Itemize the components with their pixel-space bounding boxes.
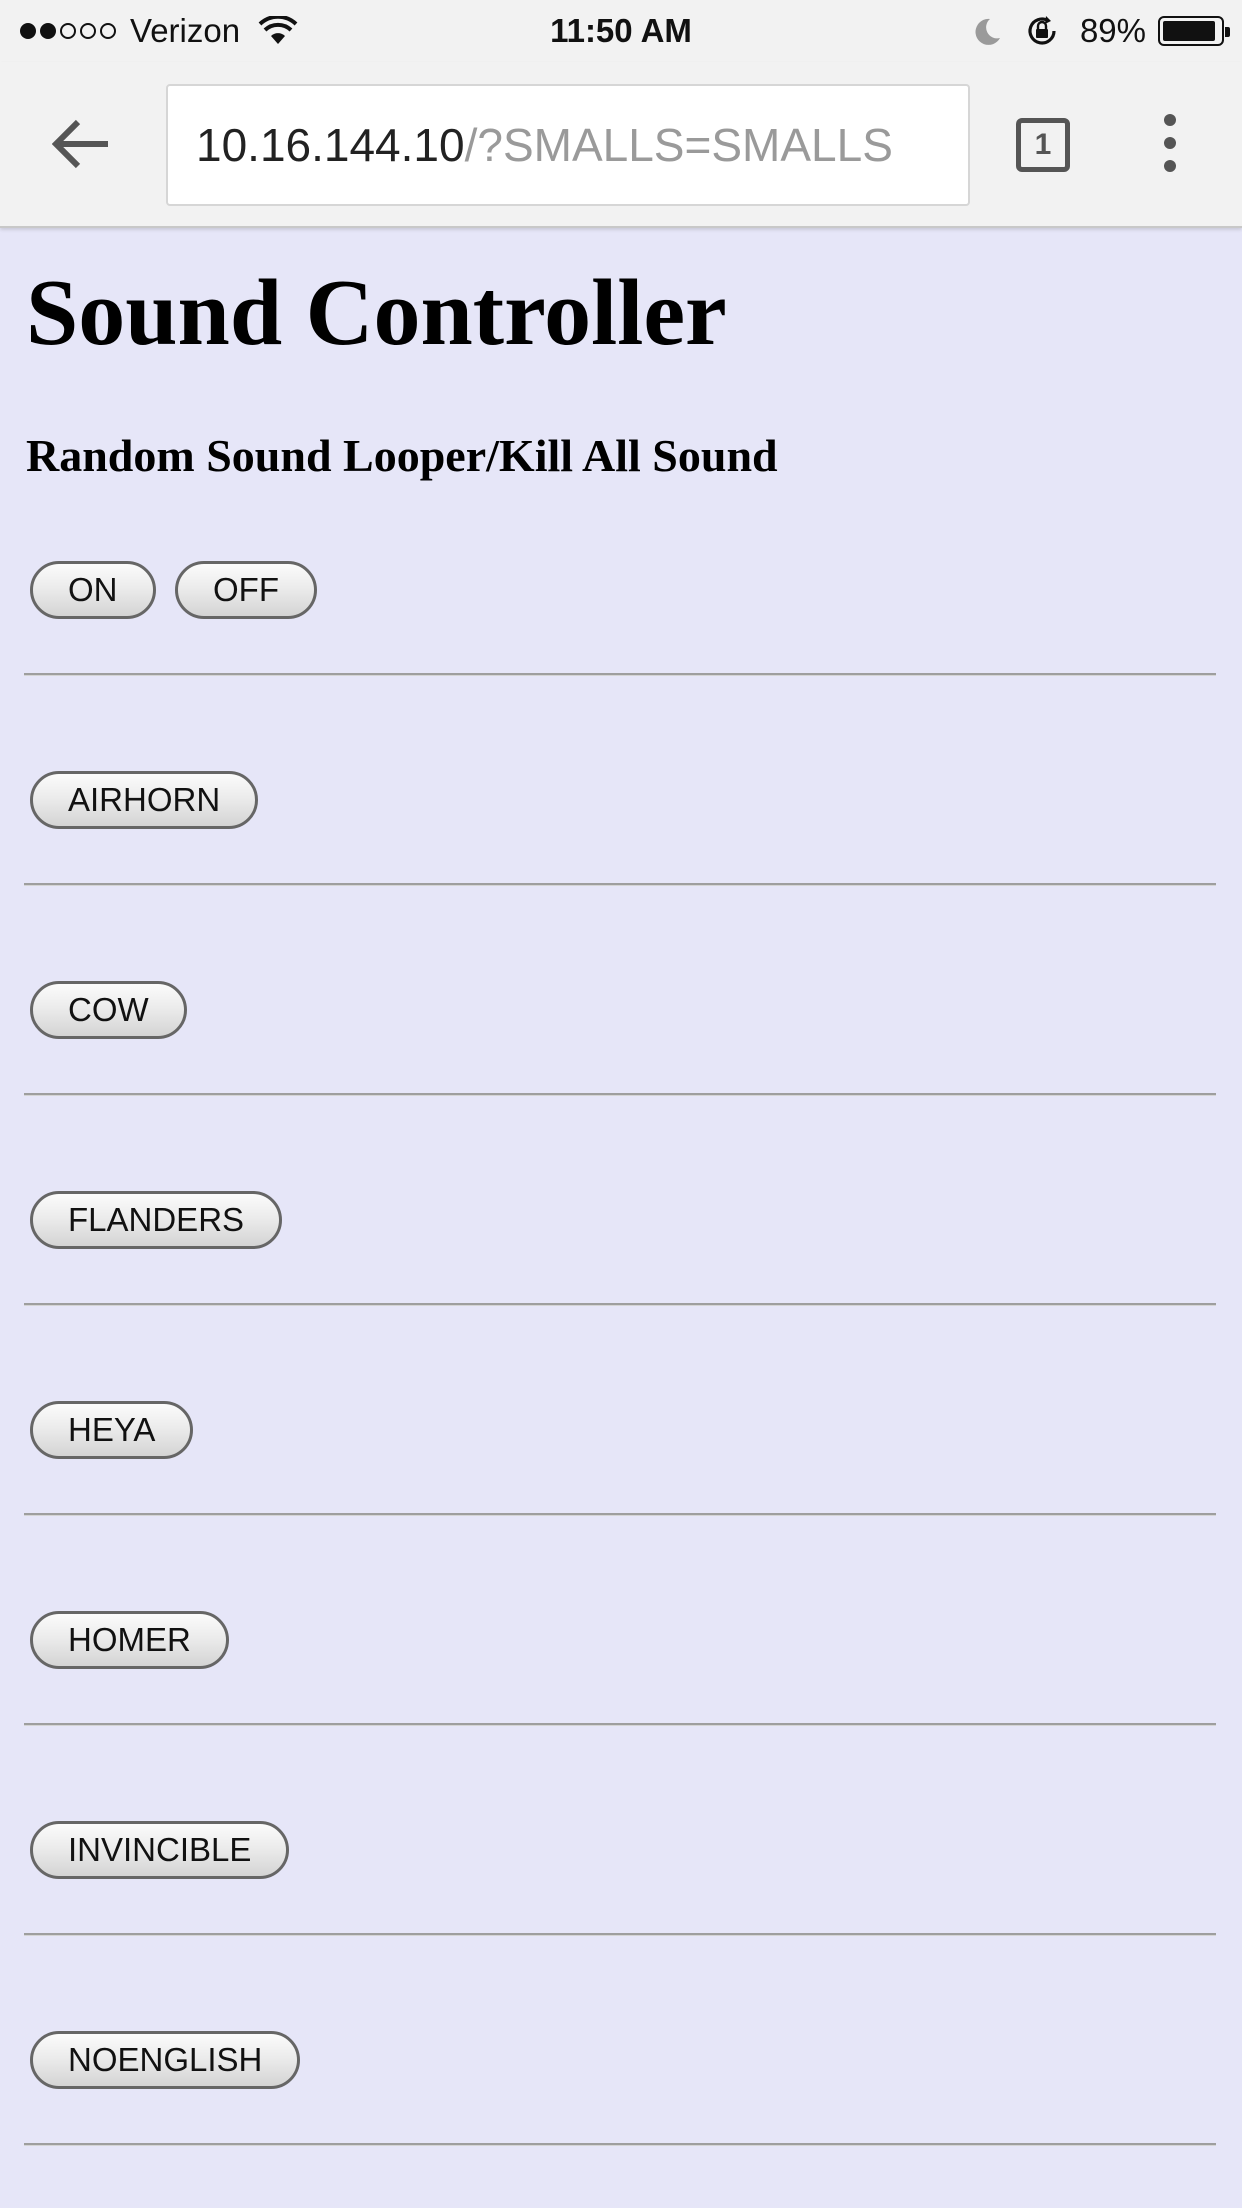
tab-switcher-button[interactable]: 1 (1016, 118, 1070, 172)
noenglish-button[interactable]: NOENGLISH (30, 2031, 301, 2089)
divider (24, 1303, 1216, 1306)
looper-on-button[interactable]: ON (30, 561, 156, 619)
back-arrow-icon[interactable] (52, 116, 114, 172)
rotation-lock-icon (1028, 16, 1056, 45)
url-host: 10.16.144.10 (196, 119, 465, 171)
homer-button[interactable]: HOMER (30, 1611, 229, 1669)
status-bar: Verizon 11:50 AM 89% (0, 0, 1242, 62)
battery-percentage: 89% (1079, 12, 1146, 49)
section-subtitle: Random Sound Looper/Kill All Sound (26, 430, 778, 481)
flanders-button[interactable]: FLANDERS (30, 1191, 283, 1249)
browser-toolbar: 10.16.144.10/?SMALLS=SMALLS 1 (0, 62, 1242, 228)
divider (24, 1513, 1216, 1516)
divider (24, 2143, 1216, 2146)
invincible-button[interactable]: INVINCIBLE (30, 1821, 290, 1879)
divider (24, 1723, 1216, 1726)
divider (24, 883, 1216, 886)
address-bar[interactable]: 10.16.144.10/?SMALLS=SMALLS (166, 84, 970, 206)
cow-button[interactable]: COW (30, 981, 187, 1039)
heya-button[interactable]: HEYA (30, 1401, 194, 1459)
battery-icon (1158, 16, 1230, 46)
divider (24, 1933, 1216, 1936)
page-title: Sound Controller (26, 261, 727, 365)
airhorn-button[interactable]: AIRHORN (30, 771, 259, 829)
divider (24, 1093, 1216, 1096)
divider (24, 673, 1216, 676)
looper-off-button[interactable]: OFF (175, 561, 317, 619)
url-path: /?SMALLS=SMALLS (464, 119, 893, 171)
do-not-disturb-moon-icon (975, 18, 1000, 45)
overflow-menu-icon[interactable] (1160, 114, 1180, 174)
status-right: 89% (972, 12, 1230, 50)
